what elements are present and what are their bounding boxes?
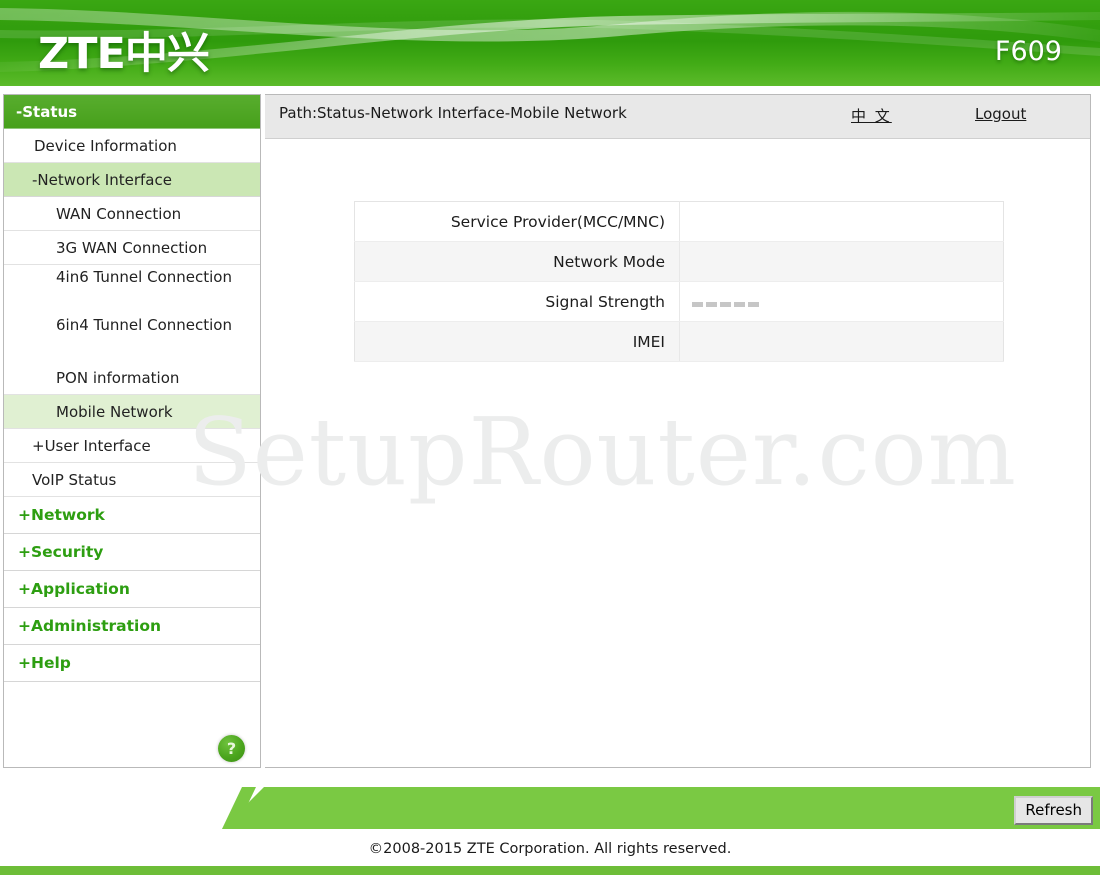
sidebar-item-device-information[interactable]: Device Information xyxy=(4,129,260,163)
row-value xyxy=(679,241,1004,282)
sidebar-item-label: +Administration xyxy=(18,617,162,635)
sidebar-item-voip-status[interactable]: VoIP Status xyxy=(4,463,260,497)
sidebar-item-label: VoIP Status xyxy=(32,471,117,489)
signal-strength-dashes xyxy=(692,293,762,311)
path-bar: Path:Status-Network Interface-Mobile Net… xyxy=(265,95,1090,139)
sidebar-item-label: -Network Interface xyxy=(32,171,172,189)
row-value-signal-strength xyxy=(679,281,1004,322)
row-label: Network Mode xyxy=(354,241,680,282)
sidebar-item-status[interactable]: -Status xyxy=(4,95,260,129)
content-panel: Path:Status-Network Interface-Mobile Net… xyxy=(265,94,1091,768)
sidebar-item-label: Device Information xyxy=(34,137,177,155)
table-row: Network Mode xyxy=(354,241,1004,282)
help-question-icon[interactable]: ? xyxy=(218,735,245,762)
sidebar-item-label: +Security xyxy=(18,543,104,561)
row-label: Signal Strength xyxy=(354,281,680,322)
logout-link[interactable]: Logout xyxy=(975,105,1026,123)
refresh-button[interactable]: Refresh xyxy=(1014,796,1093,825)
sidebar-spacer: ? xyxy=(4,682,260,780)
sidebar-item-user-interface[interactable]: +User Interface xyxy=(4,429,260,463)
table-row: Service Provider(MCC/MNC) xyxy=(354,201,1004,242)
sidebar-item-network[interactable]: +Network xyxy=(4,497,260,534)
sidebar-item-label: +Application xyxy=(18,580,130,598)
language-switch-link[interactable]: 中 文 xyxy=(851,105,892,126)
sidebar-item-3g-wan-connection[interactable]: 3G WAN Connection xyxy=(4,231,260,265)
sidebar-item-administration[interactable]: +Administration xyxy=(4,608,260,645)
sidebar-item-help[interactable]: +Help xyxy=(4,645,260,682)
row-value xyxy=(679,201,1004,242)
sidebar-item-label: WAN Connection xyxy=(56,205,182,223)
sidebar-nav: -Status Device Information -Network Inte… xyxy=(3,94,261,768)
sidebar-item-pon-information[interactable]: PON information xyxy=(4,361,260,395)
mobile-network-info-table: Service Provider(MCC/MNC) Network Mode S… xyxy=(354,201,1004,362)
sidebar-item-6in4-tunnel-connection[interactable]: 6in4 Tunnel Connection xyxy=(4,313,260,361)
sidebar-item-label: 4in6 Tunnel Connection xyxy=(56,268,232,286)
sidebar-item-wan-connection[interactable]: WAN Connection xyxy=(4,197,260,231)
model-label: F609 xyxy=(994,36,1062,67)
table-row: Signal Strength xyxy=(354,281,1004,322)
sidebar-item-network-interface[interactable]: -Network Interface xyxy=(4,163,260,197)
sidebar-item-label: +Network xyxy=(18,506,105,524)
sidebar-item-label: +User Interface xyxy=(32,437,151,455)
copyright-text: ©2008-2015 ZTE Corporation. All rights r… xyxy=(368,841,732,857)
sidebar-item-security[interactable]: +Security xyxy=(4,534,260,571)
row-label: Service Provider(MCC/MNC) xyxy=(354,201,680,242)
row-value xyxy=(679,321,1004,362)
sidebar-item-label: Mobile Network xyxy=(56,403,173,421)
sidebar-item-label: -Status xyxy=(16,103,78,121)
sidebar-item-label: +Help xyxy=(18,654,71,672)
footer-green-band xyxy=(222,787,1100,829)
sidebar-item-application[interactable]: +Application xyxy=(4,571,260,608)
sidebar-item-4in6-tunnel-connection[interactable]: 4in6 Tunnel Connection xyxy=(4,265,260,313)
sidebar-item-mobile-network[interactable]: Mobile Network xyxy=(4,395,260,429)
zte-logo: ZTE中兴 xyxy=(38,29,210,79)
sidebar-item-label: 3G WAN Connection xyxy=(56,239,208,257)
sidebar-item-label: 6in4 Tunnel Connection xyxy=(56,316,232,334)
app-header: ZTE中兴 F609 xyxy=(0,0,1100,86)
sidebar-item-label: PON information xyxy=(56,369,180,387)
breadcrumb: Path:Status-Network Interface-Mobile Net… xyxy=(279,104,627,122)
bottom-green-bar xyxy=(0,866,1100,875)
row-label: IMEI xyxy=(354,321,680,362)
page-footer: Refresh ©2008-2015 ZTE Corporation. All … xyxy=(0,777,1100,875)
table-row: IMEI xyxy=(354,321,1004,362)
